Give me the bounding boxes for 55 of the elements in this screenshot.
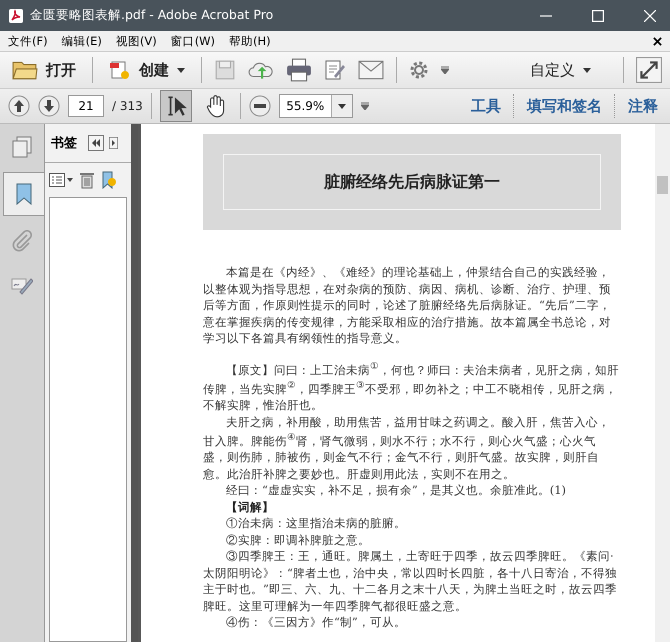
paragraph: ③四季脾王：王，通旺。脾属土，土寄旺于四季，故云四季脾旺。《素问·太阴阳明论》：“脾者土也，治中央，常以四时长四脏，各十八日寄治，不得独主于时也。”即三、六、九、十二各月之末十八天，为脾土当旺之时，故云四季脾旺。这里可理解为一年四季脾气都很旺盛之意。 — [203, 548, 618, 614]
chapter-heading: 脏腑经络先后病脉证第一 — [324, 172, 500, 192]
scrollbar-thumb[interactable] — [657, 176, 668, 194]
paragraph: 夫肝之病，补用酸，助用焦苦，益用甘味之药调之。酸入肝，焦苦入心，甘入脾。脾能伤$^{④}$肾，肾气微弱，则水不行；水不行，则心火气盛；心火气盛，则伤肺，肺被伤，则金气不行；金气不行，则肝气盛。故实脾，则肝自愈。此治肝补脾之要妙也。肝虚则用此法，实则不在用之。 — [203, 414, 611, 482]
panel-link[interactable]: 工具 — [467, 96, 505, 116]
menu-item[interactable]: 窗口(W) — [170, 34, 216, 48]
options-menu-icon[interactable] — [49, 172, 73, 188]
dropdown-icon[interactable] — [441, 66, 449, 74]
select-tool-icon[interactable] — [160, 90, 192, 122]
pdf-icon — [8, 8, 24, 24]
fullscreen-icon[interactable] — [636, 57, 662, 83]
sidebar-tab[interactable] — [3, 172, 44, 216]
trash-icon[interactable] — [79, 171, 95, 189]
document-star-icon — [109, 59, 131, 81]
panel-link[interactable]: 注释 — [624, 96, 662, 116]
caret-icon[interactable] — [338, 104, 346, 108]
bookmark-icon — [14, 182, 34, 206]
paragraph: 本篇是在《内经》、《难经》的理论基础上，仲景结合自己的实践经验，以整体观为指导思想，在对杂病的预防、病因、病机、诊断、治疗、护理、预后等方面，作原则性提示的同时，论述了脏腑经络先后病脉证。“先后”二字，意在掌握疾病的传变规律，方能采取相应的治疗措施。故本篇属全书总论，对学习以下各篇具有纲领性的指导意义。 — [203, 264, 612, 346]
page-total: / 313 — [112, 99, 143, 113]
menu-item[interactable]: 帮助(H) — [229, 34, 271, 48]
dropdown-icon[interactable] — [360, 102, 369, 110]
menu-item[interactable]: 编辑(E) — [62, 34, 102, 48]
panel-link[interactable]: 填写和签名 — [523, 96, 606, 116]
collapse-icon[interactable] — [88, 135, 104, 151]
settings-icon[interactable] — [409, 60, 429, 80]
edit-document-icon[interactable] — [324, 59, 346, 81]
paragraph: ④伤：《三因方》作“制”，可从。 — [225, 614, 407, 631]
page-number-field[interactable]: 21 — [68, 95, 104, 117]
mail-icon[interactable] — [358, 60, 384, 80]
print-icon[interactable] — [286, 58, 312, 82]
window-title: 金匮要略图表解.pdf - Adobe Acrobat Pro — [30, 7, 274, 24]
caret-icon — [177, 68, 185, 72]
arrow-up-icon[interactable] — [8, 95, 30, 117]
paragraph: 经曰：“虚虚实实，补不足，损有余”，是其义也。余脏准此。(1) — [225, 482, 568, 499]
zoom-field[interactable]: 55.9% — [278, 94, 353, 118]
new-bookmark-icon[interactable] — [101, 171, 117, 189]
folder-icon — [12, 59, 38, 81]
paragraph: ②实脾：即调补脾脏之意。 — [225, 532, 371, 548]
menu-item[interactable]: 视图(V) — [116, 34, 157, 48]
maximize-icon[interactable] — [592, 10, 604, 22]
expand-icon[interactable] — [109, 135, 121, 151]
paperclip-icon — [11, 230, 33, 252]
close-icon[interactable] — [653, 36, 662, 46]
panel-title: 书签 — [51, 135, 77, 152]
arrow-down-icon[interactable] — [38, 95, 60, 117]
paragraph: 【原文】问曰：上工治未病$^{①}$，何也？师曰：夫治未病者，见肝之病，知肝传脾，当先实脾$^{②}$，四季脾王$^{③}$不受邪，即勿补之；中工不晓相传，见肝之病，不解实脾，惟治肝也。 — [203, 360, 619, 414]
customize-button[interactable]: 自定义 — [526, 58, 595, 82]
paragraph: ①治未病：这里指治未病的脏腑。 — [225, 515, 407, 532]
menu-item[interactable]: 文件(F) — [8, 34, 48, 48]
section-label: 【词解】 — [225, 498, 275, 516]
pages-icon — [11, 136, 33, 158]
zoom-out-icon[interactable] — [248, 95, 271, 117]
caret-icon — [583, 68, 591, 72]
open-button[interactable]: 打开 — [8, 57, 80, 83]
create-button[interactable]: 创建 — [105, 57, 189, 83]
